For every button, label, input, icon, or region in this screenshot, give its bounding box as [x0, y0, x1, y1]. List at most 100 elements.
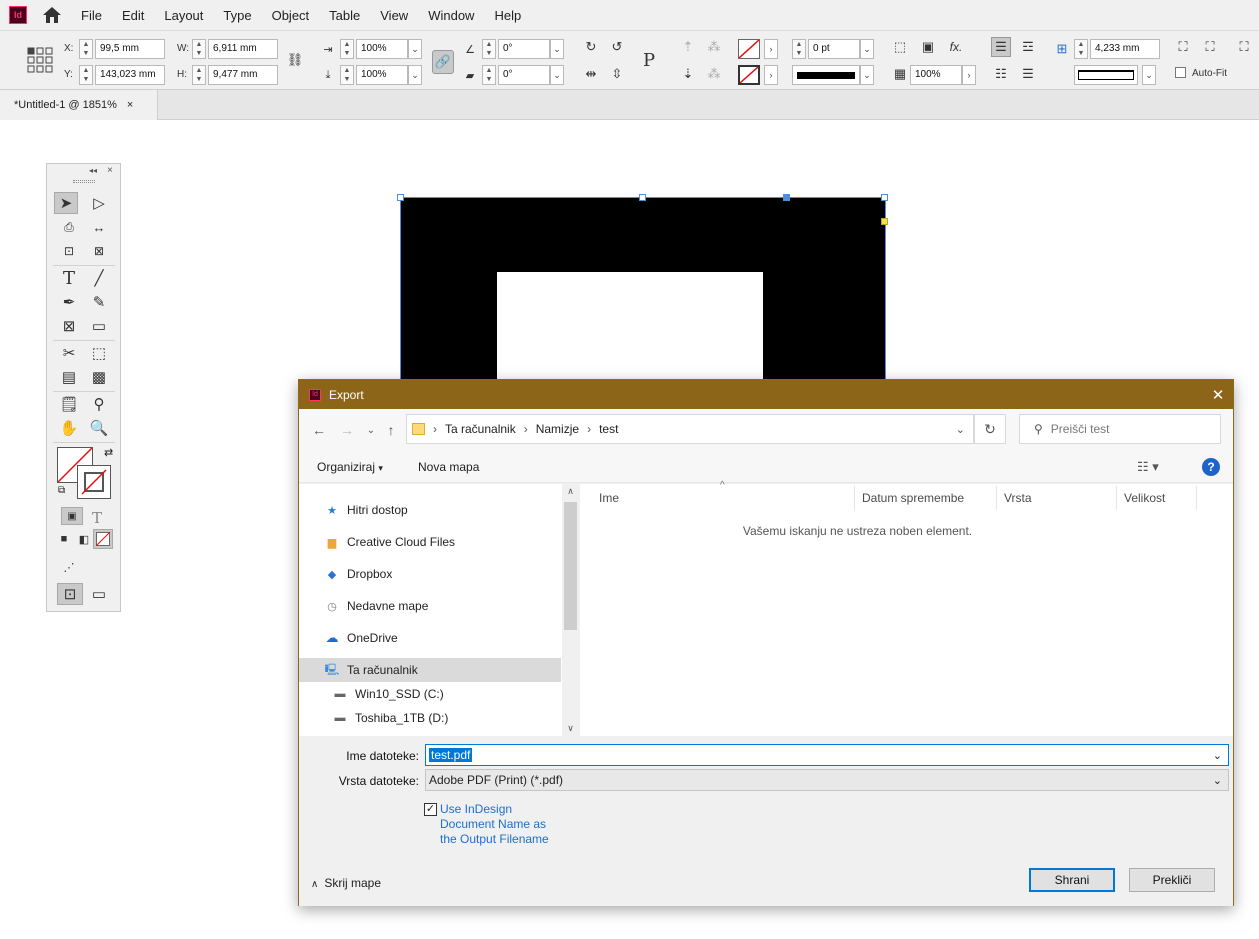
- align-top-icon[interactable]: ☷: [991, 64, 1011, 84]
- organize-button[interactable]: Organiziraj ▾: [317, 460, 383, 474]
- cancel-button[interactable]: Prekliči: [1129, 868, 1215, 892]
- stroke-swatch-icon[interactable]: [738, 65, 760, 85]
- scale-y-stepper[interactable]: ▲ ▼: [340, 65, 354, 85]
- close-tab-icon[interactable]: ×: [127, 99, 133, 111]
- fill-swatch-icon[interactable]: [738, 39, 760, 59]
- scale-x-field[interactable]: 100%: [356, 39, 408, 59]
- default-fill-stroke-icon[interactable]: ⧉: [58, 485, 65, 496]
- column-name[interactable]: Ime: [592, 486, 855, 510]
- text-wrap-box-icon[interactable]: ☲: [1018, 37, 1038, 57]
- fill-dropdown[interactable]: ›: [764, 39, 778, 59]
- gutter-stepper[interactable]: ▲ ▼: [1074, 39, 1088, 59]
- breadcrumb-item[interactable]: test: [599, 422, 618, 436]
- text-wrap-none-icon[interactable]: ☰: [991, 37, 1011, 57]
- address-dropdown-icon[interactable]: ⌄: [956, 423, 965, 436]
- menu-table[interactable]: Table: [329, 8, 360, 23]
- scale-y-field[interactable]: 100%: [356, 65, 408, 85]
- y-field[interactable]: 143,023 mm: [95, 65, 165, 85]
- rectangle-tool-icon[interactable]: ▭: [87, 315, 111, 337]
- scale-x-dropdown[interactable]: ⌄: [408, 39, 422, 59]
- rotate-stepper[interactable]: ▲ ▼: [482, 39, 496, 59]
- help-icon[interactable]: ?: [1202, 458, 1220, 476]
- menu-edit[interactable]: Edit: [122, 8, 144, 23]
- scale-y-dropdown[interactable]: ⌄: [408, 65, 422, 85]
- menu-object[interactable]: Object: [272, 8, 310, 23]
- column-type[interactable]: Vrsta: [997, 486, 1117, 510]
- scissors-tool-icon[interactable]: ✂: [57, 342, 81, 364]
- screen-mode-normal-icon[interactable]: ⊡: [57, 583, 83, 605]
- recent-locations-icon[interactable]: ⌄: [361, 420, 381, 440]
- pen-tool-icon[interactable]: ✒: [57, 291, 81, 313]
- menu-window[interactable]: Window: [428, 8, 474, 23]
- menu-view[interactable]: View: [380, 8, 408, 23]
- scroll-up-icon[interactable]: ∧: [562, 486, 579, 497]
- stroke-swatch-icon[interactable]: [77, 465, 111, 499]
- stroke-type-select[interactable]: [792, 65, 860, 85]
- align-center-icon[interactable]: ☰: [1018, 64, 1038, 84]
- link-scale-icon[interactable]: 🔗: [432, 50, 454, 74]
- stroke-dropdown[interactable]: ›: [764, 65, 778, 85]
- close-panel-icon[interactable]: ×: [107, 165, 113, 176]
- screen-mode-preview-icon[interactable]: ▭: [87, 583, 111, 605]
- up-icon[interactable]: ↑: [381, 420, 401, 440]
- hand-tool-icon[interactable]: ✋: [57, 417, 81, 439]
- constrain-proportions-icon[interactable]: ⛓: [285, 50, 305, 70]
- x-stepper[interactable]: ▲ ▼: [79, 39, 93, 59]
- nav-item-onedrive[interactable]: ☁ OneDrive: [299, 626, 561, 650]
- address-field[interactable]: › Ta računalnik › Namizje › test ⌄: [406, 414, 974, 444]
- direct-selection-tool-icon[interactable]: ▷: [87, 192, 111, 214]
- rotate-field[interactable]: 0°: [498, 39, 550, 59]
- close-icon[interactable]: ✕: [1203, 386, 1233, 404]
- menu-file[interactable]: File: [81, 8, 102, 23]
- free-transform-tool-icon[interactable]: ⬚: [87, 342, 111, 364]
- rectangle-frame-tool-icon[interactable]: ⊠: [57, 315, 81, 337]
- menu-type[interactable]: Type: [223, 8, 251, 23]
- selection-handle[interactable]: [881, 194, 888, 201]
- effects-fx-icon[interactable]: fx.: [946, 37, 966, 57]
- refresh-icon[interactable]: ↻: [974, 414, 1006, 444]
- h-field[interactable]: 9,477 mm: [208, 65, 278, 85]
- nav-item-dropbox[interactable]: ◆ Dropbox: [299, 562, 561, 586]
- fit-frame-icon[interactable]: ⛶: [1173, 37, 1193, 57]
- filetype-select[interactable]: Adobe PDF (Print) (*.pdf) ⌄: [425, 769, 1229, 791]
- autofit-checkbox[interactable]: [1175, 67, 1186, 78]
- corner-options-icon[interactable]: ⬚: [890, 37, 910, 57]
- shear-stepper[interactable]: ▲ ▼: [482, 65, 496, 85]
- fill-frame-icon[interactable]: ⛶: [1234, 37, 1254, 57]
- menu-layout[interactable]: Layout: [164, 8, 203, 23]
- breadcrumb-item[interactable]: Ta računalnik: [445, 422, 516, 436]
- formatting-container-icon[interactable]: ▣: [61, 507, 83, 525]
- document-tab[interactable]: *Untitled-1 @ 1851% ×: [0, 90, 158, 120]
- note-tool-icon[interactable]: 🗒: [57, 393, 81, 415]
- h-stepper[interactable]: ▲ ▼: [192, 65, 206, 85]
- menu-help[interactable]: Help: [494, 8, 521, 23]
- selection-handle[interactable]: [397, 194, 404, 201]
- content-placer-icon[interactable]: ⊠: [87, 240, 111, 262]
- y-stepper[interactable]: ▲ ▼: [79, 65, 93, 85]
- flip-vertical-icon[interactable]: ⇳: [607, 64, 627, 84]
- type-tool-icon[interactable]: T: [57, 267, 81, 289]
- opacity-dropdown[interactable]: ›: [962, 65, 976, 85]
- line-tool-icon[interactable]: ╱: [87, 267, 111, 289]
- formatting-text-icon[interactable]: T: [85, 507, 109, 529]
- panel-grip[interactable]: [73, 180, 95, 183]
- nav-item-recent-folders[interactable]: ◷ Nedavne mape: [299, 594, 561, 618]
- pencil-tool-icon[interactable]: ✎: [87, 291, 111, 313]
- select-next-icon[interactable]: ⁂: [704, 64, 724, 84]
- apply-none-icon[interactable]: [93, 529, 113, 549]
- chevron-down-icon[interactable]: ⌄: [1213, 749, 1222, 762]
- opacity-field[interactable]: 100%: [910, 65, 962, 85]
- zoom-tool-icon[interactable]: 🔍: [87, 417, 111, 439]
- nav-item-drive-c[interactable]: ▬ Win10_SSD (C:): [299, 682, 561, 706]
- page-tool-icon[interactable]: ⎙: [57, 216, 81, 238]
- w-field[interactable]: 6,911 mm: [208, 39, 278, 59]
- eyedropper-tool-icon[interactable]: ⚲: [87, 393, 111, 415]
- select-previous-icon[interactable]: ⁂: [704, 37, 724, 57]
- stroke-type-dropdown[interactable]: ⌄: [860, 65, 874, 85]
- selection-handle[interactable]: [783, 194, 790, 201]
- use-document-name-checkbox[interactable]: ✓: [424, 803, 437, 816]
- reference-point-icon[interactable]: [27, 47, 53, 76]
- breadcrumb-item[interactable]: Namizje: [536, 422, 579, 436]
- stroke-weight-field[interactable]: 0 pt: [808, 39, 860, 59]
- column-rule-dropdown[interactable]: ⌄: [1142, 65, 1156, 85]
